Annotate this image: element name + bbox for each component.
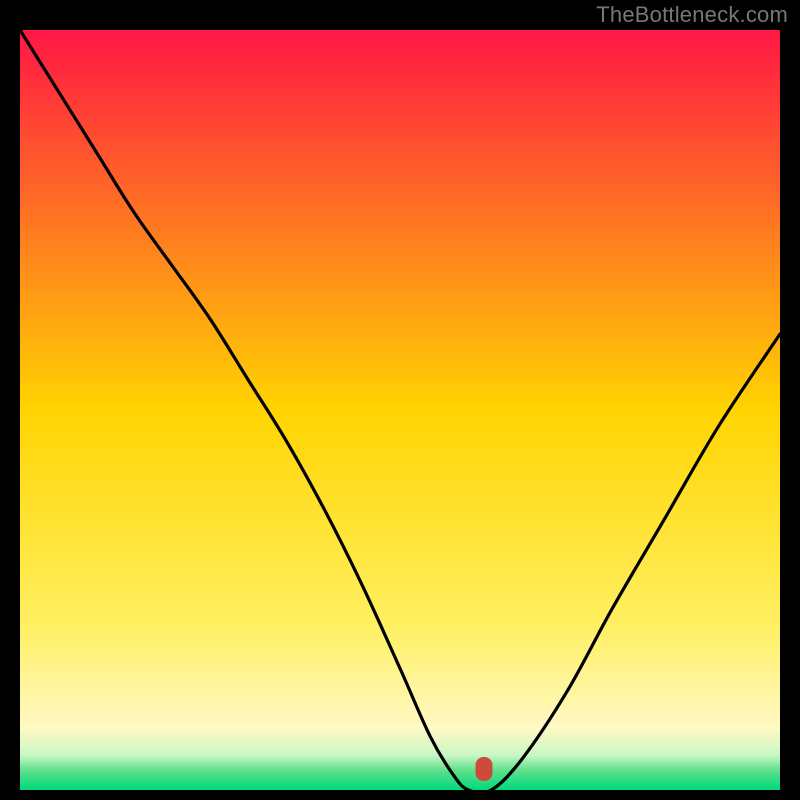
optimal-point-marker (476, 757, 493, 781)
bottleneck-curve (20, 30, 780, 790)
watermark-text: TheBottleneck.com (596, 2, 788, 28)
curve-path (20, 30, 780, 790)
plot-area (20, 30, 780, 790)
chart-frame: TheBottleneck.com (0, 0, 800, 800)
